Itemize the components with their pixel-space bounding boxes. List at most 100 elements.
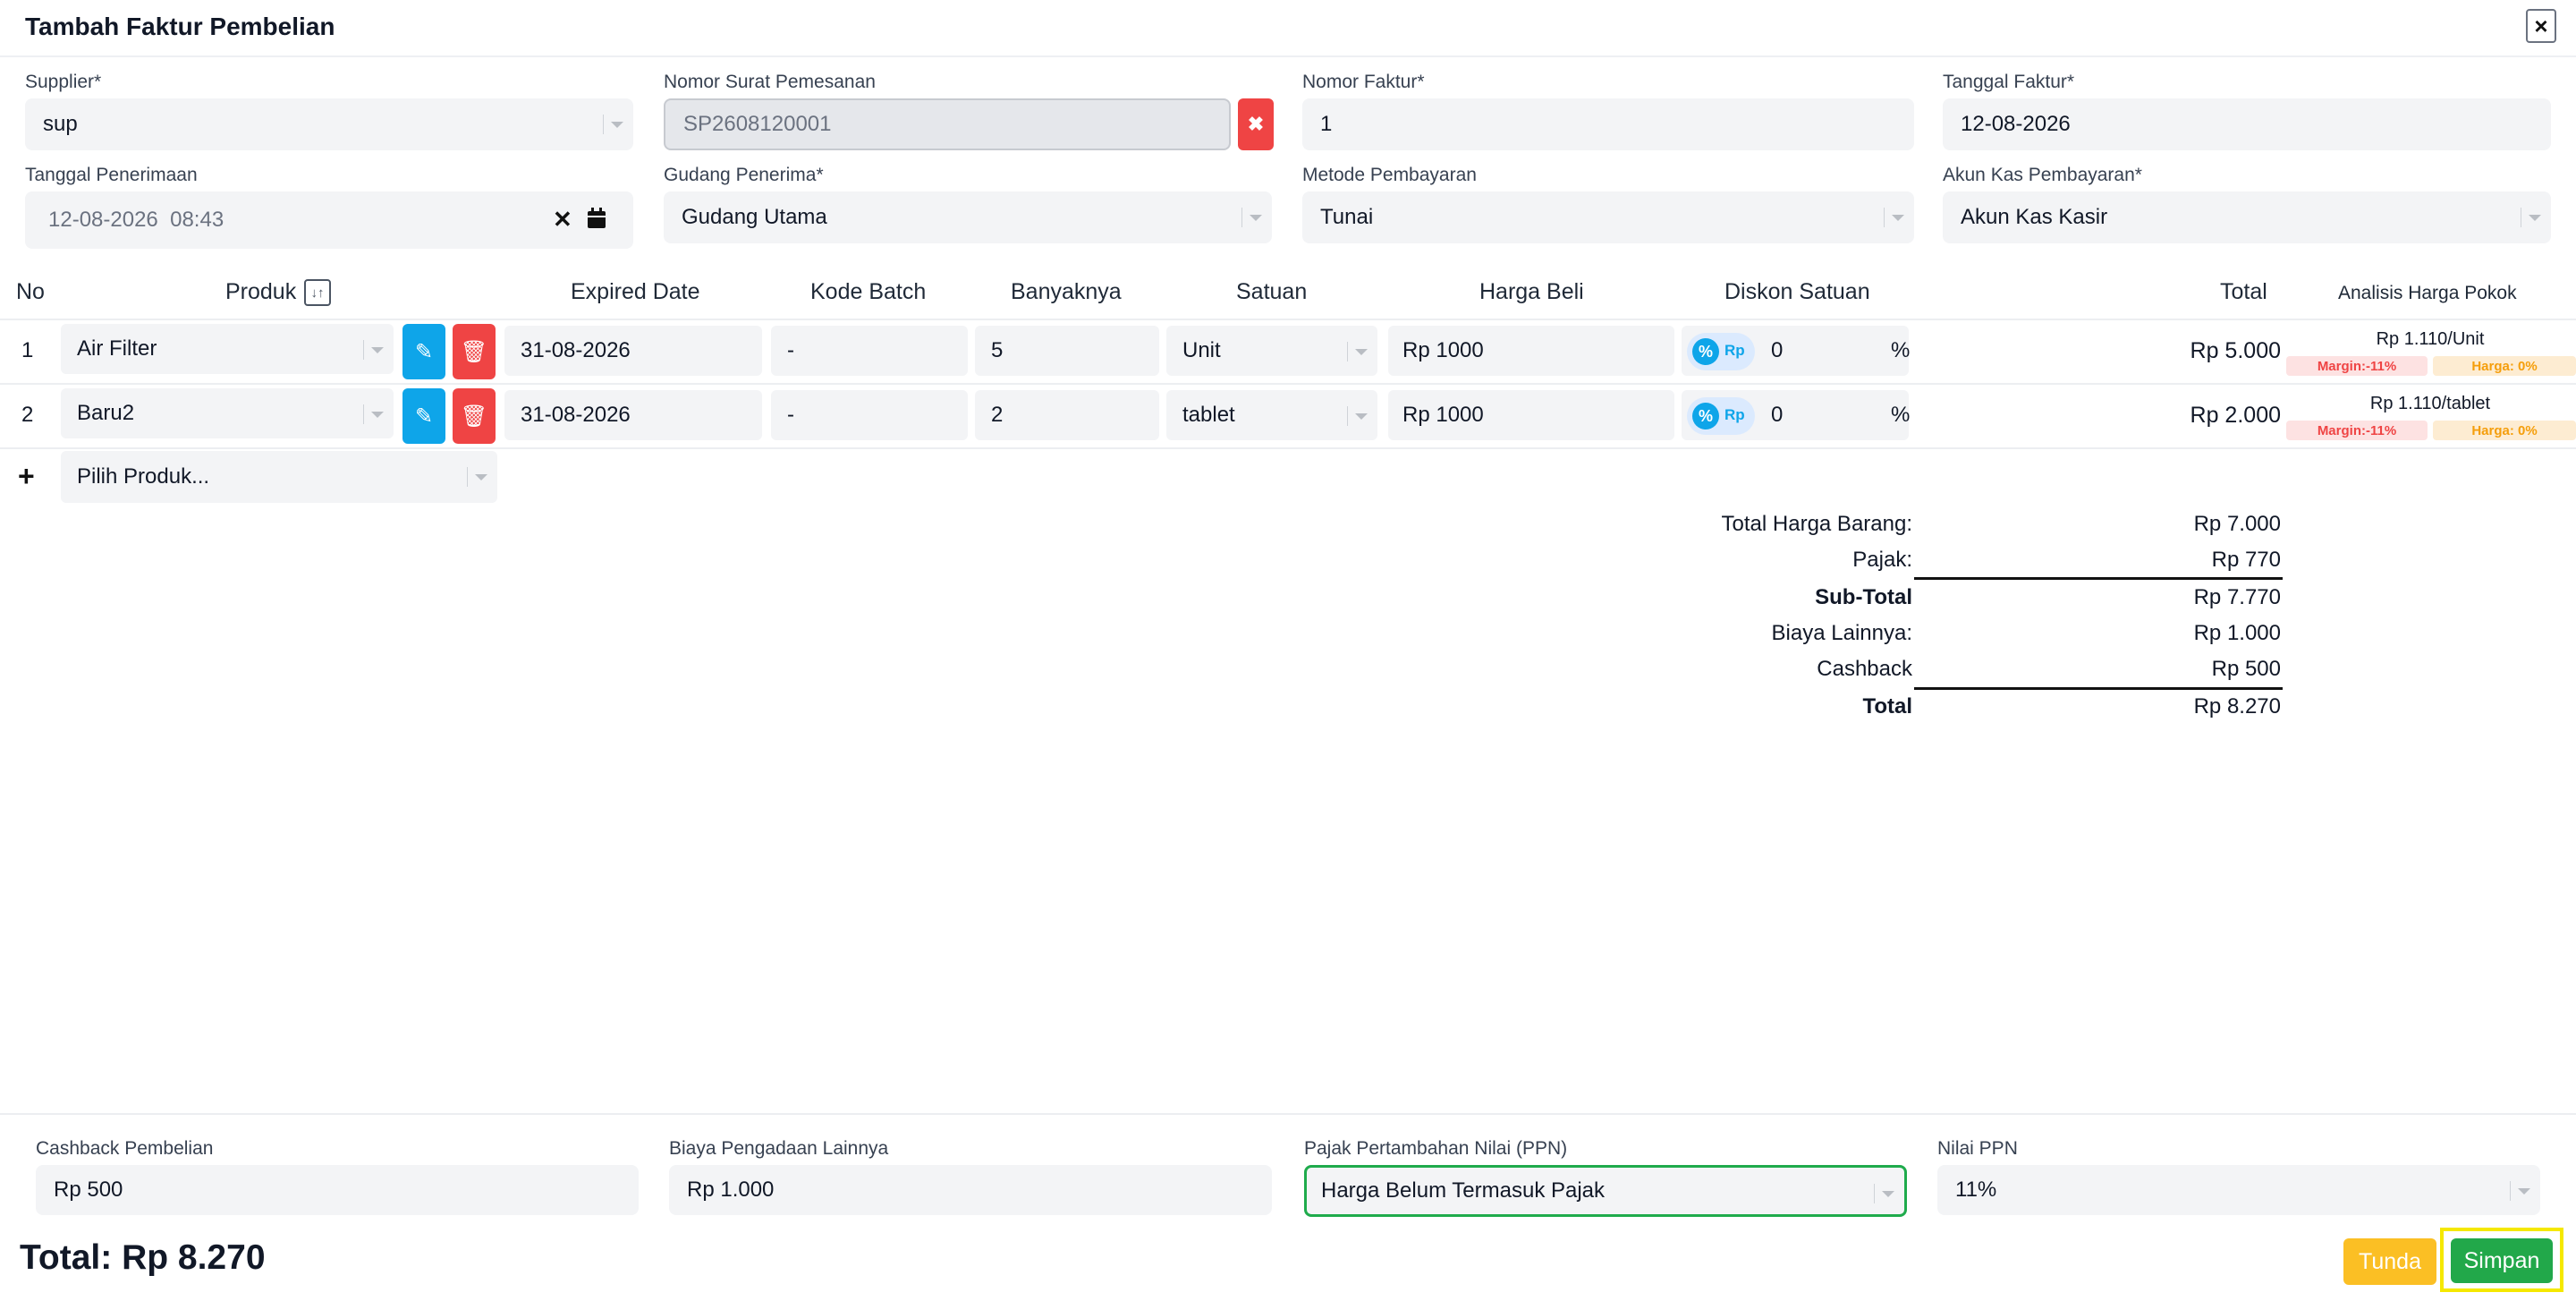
chevron-down-icon: [2510, 1181, 2533, 1201]
biaya-pengadaan-input[interactable]: Rp 1.000: [669, 1165, 1272, 1215]
divider: [1914, 687, 2283, 690]
divider: [0, 319, 2576, 320]
gudang-select[interactable]: Gudang Utama: [664, 191, 1272, 243]
margin-badge: Margin:-11%: [2286, 421, 2428, 440]
metode-label: Metode Pembayaran: [1302, 165, 1477, 185]
cashback-value: Rp 500: [2211, 657, 2281, 681]
pilih-produk-placeholder: Pilih Produk...: [77, 464, 210, 489]
chevron-down-icon: [467, 467, 490, 487]
akun-kas-value: Akun Kas Kasir: [1961, 205, 2108, 229]
rp-label: Rp: [1724, 406, 1745, 423]
col-qty: Banyaknya: [1011, 279, 1122, 304]
qty-value: 5: [991, 338, 1004, 362]
qty-input[interactable]: 5: [975, 326, 1159, 376]
divider: [1914, 577, 2283, 580]
total-label: Total: [1862, 694, 1912, 719]
expired-value: 31-08-2026: [521, 403, 631, 427]
edit-button[interactable]: ✎: [402, 388, 445, 444]
close-icon[interactable]: ×: [2526, 9, 2556, 43]
nomor-faktur-input[interactable]: 1: [1302, 98, 1914, 150]
total-harga-barang-label: Total Harga Barang:: [1721, 512, 1912, 536]
clear-sp-button[interactable]: ✖: [1238, 98, 1274, 150]
metode-value: Tunai: [1320, 205, 1374, 229]
diskon-type-toggle[interactable]: % Rp: [1687, 397, 1755, 435]
satuan-select[interactable]: tablet: [1166, 390, 1377, 440]
gudang-value: Gudang Utama: [682, 205, 827, 229]
qty-input[interactable]: 2: [975, 390, 1159, 440]
batch-value: -: [787, 338, 794, 362]
col-total: Total: [2220, 279, 2267, 304]
grand-total: Total: Rp 8.270: [20, 1238, 266, 1277]
produk-select[interactable]: Baru2: [61, 388, 394, 438]
pajak-value: Rp 770: [2211, 548, 2281, 572]
calendar-icon[interactable]: [587, 208, 606, 229]
tunda-button[interactable]: Tunda: [2343, 1238, 2436, 1285]
rp-label: Rp: [1724, 342, 1745, 359]
divider: [0, 1113, 2576, 1115]
cashback-pembelian-input[interactable]: Rp 500: [36, 1165, 639, 1215]
row-total: Rp 5.000: [2190, 338, 2281, 363]
expired-input[interactable]: 31-08-2026: [504, 390, 762, 440]
pilih-produk-select[interactable]: Pilih Produk...: [61, 451, 497, 503]
cashback-label: Cashback: [1817, 657, 1912, 681]
col-no: No: [16, 279, 45, 304]
akun-kas-label: Akun Kas Pembayaran*: [1943, 165, 2142, 185]
tanggal-faktur-input[interactable]: 12-08-2026: [1943, 98, 2551, 150]
expired-input[interactable]: 31-08-2026: [504, 326, 762, 376]
nilai-ppn-select[interactable]: 11%: [1937, 1165, 2540, 1215]
metode-select[interactable]: Tunai: [1302, 191, 1914, 243]
sort-icon[interactable]: ↓↑: [304, 279, 331, 306]
tanggal-faktur-value: 12-08-2026: [1961, 112, 2071, 136]
row-total: Rp 2.000: [2190, 403, 2281, 428]
chevron-down-icon: [1347, 406, 1370, 426]
row-no: 1: [21, 338, 34, 362]
edit-button[interactable]: ✎: [402, 324, 445, 379]
harga-input[interactable]: Rp 1000: [1388, 326, 1674, 376]
satuan-select[interactable]: Unit: [1166, 326, 1377, 376]
batch-value: -: [787, 403, 794, 427]
total-harga-barang-value: Rp 7.000: [2193, 512, 2281, 536]
supplier-select[interactable]: sup: [25, 98, 633, 150]
ppn-label: Pajak Pertambahan Nilai (PPN): [1304, 1138, 1568, 1159]
add-row-icon[interactable]: +: [18, 460, 35, 493]
produk-select[interactable]: Air Filter: [61, 324, 394, 374]
ppn-select[interactable]: Harga Belum Termasuk Pajak: [1304, 1165, 1907, 1217]
clear-date-icon[interactable]: ✕: [553, 206, 572, 234]
ahp-price: Rp 1.110/tablet: [2369, 394, 2491, 413]
harga-value: Rp 1000: [1402, 338, 1484, 362]
harga-badge: Harga: 0%: [2433, 356, 2576, 376]
cashback-pembelian-value: Rp 500: [54, 1178, 123, 1202]
nomor-faktur-value: 1: [1320, 112, 1333, 136]
chevron-down-icon: [1241, 208, 1265, 227]
col-ahp: Analisis Harga Pokok: [2338, 283, 2517, 303]
delete-button[interactable]: 🗑: [453, 388, 496, 444]
diskon-value: 0: [1771, 338, 1784, 362]
ppn-value: Harga Belum Termasuk Pajak: [1321, 1178, 1606, 1203]
percent-suffix: %: [1891, 338, 1911, 362]
tanggal-penerimaan-input[interactable]: 12-08-2026 08:43: [25, 191, 633, 249]
satuan-value: tablet: [1182, 403, 1235, 427]
chevron-down-icon: [2521, 208, 2544, 227]
nomor-sp-value: SP2608120001: [683, 112, 832, 136]
produk-value: Air Filter: [77, 336, 157, 361]
batch-input[interactable]: -: [771, 326, 968, 376]
qty-value: 2: [991, 403, 1004, 427]
sub-total-value: Rp 7.770: [2193, 585, 2281, 609]
margin-badge: Margin:-11%: [2286, 356, 2428, 376]
pajak-label: Pajak:: [1852, 548, 1912, 572]
modal-title: Tambah Faktur Pembelian: [25, 13, 335, 40]
col-satuan: Satuan: [1236, 279, 1308, 304]
gudang-label: Gudang Penerima*: [664, 165, 824, 185]
simpan-highlight: Simpan: [2440, 1228, 2563, 1292]
akun-kas-select[interactable]: Akun Kas Kasir: [1943, 191, 2551, 243]
chevron-down-icon: [363, 340, 386, 360]
chevron-down-icon: [363, 404, 386, 424]
harga-input[interactable]: Rp 1000: [1388, 390, 1674, 440]
diskon-type-toggle[interactable]: % Rp: [1687, 333, 1755, 370]
harga-badge: Harga: 0%: [2433, 421, 2576, 440]
nomor-sp-field: SP2608120001: [664, 98, 1231, 150]
batch-input[interactable]: -: [771, 390, 968, 440]
chevron-down-icon: [1884, 208, 1907, 227]
simpan-button[interactable]: Simpan: [2451, 1238, 2553, 1283]
delete-button[interactable]: 🗑: [453, 324, 496, 379]
